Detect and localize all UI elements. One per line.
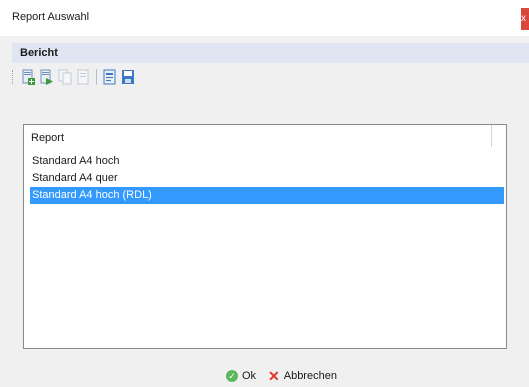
cancel-button-label: Abbrechen	[283, 370, 337, 382]
add-report-button[interactable]	[38, 69, 54, 85]
toolbar-separator	[96, 69, 97, 85]
delete-report-button[interactable]	[75, 69, 91, 85]
title-bar: Report Auswahl x	[0, 0, 529, 36]
report-save-icon	[122, 70, 134, 84]
list-item-selected[interactable]: Standard A4 hoch (RDL)	[30, 187, 504, 204]
ok-button-label: Ok	[242, 370, 257, 382]
copy-report-button[interactable]	[57, 69, 73, 85]
menu-bar: Bericht	[12, 43, 529, 63]
dialog-footer: ✓ Ok ✕ Abbrechen	[0, 364, 529, 386]
cancel-button[interactable]: ✕ Abbrechen	[268, 368, 337, 384]
close-button[interactable]: x	[521, 8, 529, 30]
list-item[interactable]: Standard A4 hoch	[30, 153, 504, 170]
report-edit-icon	[103, 69, 116, 85]
menu-item-bericht[interactable]: Bericht	[20, 47, 58, 59]
report-new-icon	[22, 69, 35, 85]
report-list-header[interactable]: Report	[24, 125, 506, 149]
x-cancel-icon: ✕	[268, 368, 280, 384]
toolbar	[12, 64, 529, 90]
column-header-report[interactable]: Report	[31, 132, 64, 144]
edit-report-button[interactable]	[102, 69, 118, 85]
report-list[interactable]: Report Standard A4 hoch Standard A4 quer…	[23, 124, 507, 349]
save-report-button[interactable]	[120, 69, 136, 85]
ok-button[interactable]: ✓ Ok	[226, 368, 256, 384]
report-delete-icon	[77, 69, 89, 85]
report-selection-dialog: Report Auswahl x Bericht Report Standard…	[0, 0, 529, 387]
check-circle-icon: ✓	[226, 370, 238, 382]
list-item[interactable]: Standard A4 quer	[30, 170, 504, 187]
report-copy-icon	[58, 69, 72, 85]
close-icon: x	[521, 13, 526, 24]
report-add-icon	[40, 69, 53, 85]
window-title: Report Auswahl	[12, 11, 90, 23]
column-divider[interactable]	[491, 125, 492, 147]
new-report-button[interactable]	[20, 69, 36, 85]
toolbar-grip[interactable]	[12, 70, 15, 84]
